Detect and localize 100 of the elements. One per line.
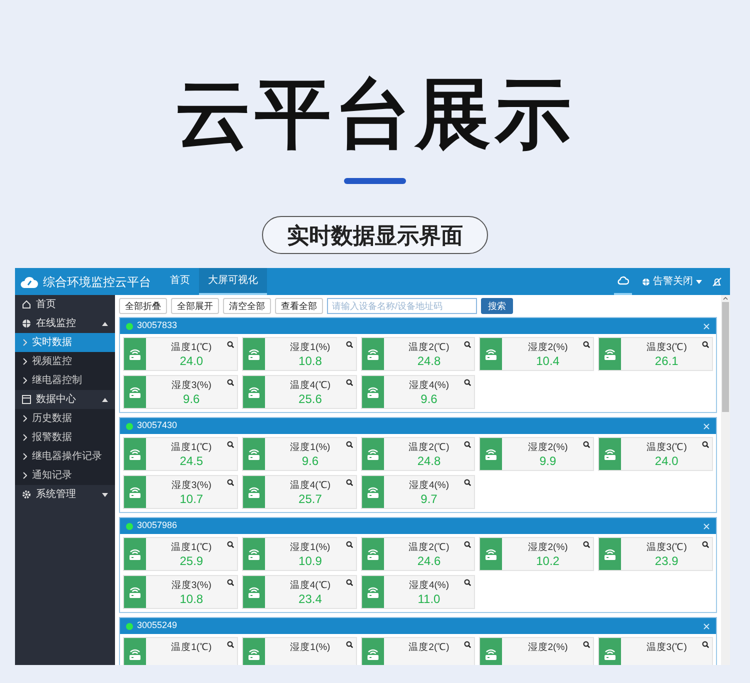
close-icon[interactable] [703,522,710,530]
sensor-card[interactable]: 湿度3(%) 9.6 [123,375,238,409]
search-icon[interactable] [346,479,353,486]
sensor-card[interactable]: 温度3(℃) 26.1 [598,337,713,371]
cloud-icon[interactable] [617,276,629,285]
sensor-card[interactable]: 湿度2(%) [479,637,594,665]
sidebar-subitem[interactable]: 报警数据 [15,428,115,447]
sidebar-item[interactable]: 系统管理 [15,485,115,504]
search-icon[interactable] [226,579,234,586]
search-icon[interactable] [346,641,353,648]
bell-off-icon[interactable] [712,276,722,286]
search-icon[interactable] [226,341,234,348]
search-icon[interactable] [464,541,472,548]
search-icon[interactable] [583,441,590,448]
toolbar-button[interactable]: 全部展开 [171,298,219,314]
sensor-card[interactable]: 温度3(℃) 24.0 [598,437,713,471]
sensor-card[interactable]: 湿度2(%) 10.4 [479,337,594,371]
sensor-card[interactable]: 湿度2(%) 9.9 [479,437,594,471]
sensor-card[interactable]: 湿度1(%) 10.9 [242,537,357,571]
sensor-card[interactable]: 温度1(℃) 24.0 [123,337,238,371]
scroll-up-icon[interactable] [723,297,728,300]
search-icon[interactable] [464,479,472,486]
router-icon [246,347,261,361]
sidebar-item[interactable]: 在线监控 [15,314,115,333]
sensor-value: 10.9 [298,554,322,568]
sensor-card[interactable]: 温度2(℃) 24.6 [360,537,476,571]
sensor-card[interactable]: 湿度2(%) 10.2 [479,537,594,571]
sidebar-subitem[interactable]: 继电器控制 [15,371,115,390]
close-icon[interactable] [703,622,710,630]
sensor-label: 温度4(℃) [290,480,330,492]
search-icon[interactable] [464,579,472,586]
close-icon[interactable] [703,422,710,430]
search-icon[interactable] [702,341,709,348]
search-icon[interactable] [464,379,472,386]
search-icon[interactable] [226,479,234,486]
search-icon[interactable] [702,541,709,548]
search-icon[interactable] [464,341,472,348]
sensor-card[interactable]: 温度3(℃) 23.9 [598,537,713,571]
sensor-card[interactable]: 温度2(℃) 24.8 [360,437,476,471]
sidebar-subitem[interactable]: 通知记录 [15,466,115,485]
sensor-label: 温度2(℃) [408,642,450,654]
sensor-card[interactable]: 温度4(℃) 25.7 [242,475,357,509]
sensor-value: 23.9 [654,554,678,568]
search-icon[interactable] [583,641,590,648]
scrollbar-thumb[interactable] [722,302,729,412]
sensor-card[interactable]: 温度1(℃) [123,637,238,665]
search-icon[interactable] [346,379,353,386]
close-icon[interactable] [703,322,710,330]
search-icon[interactable] [226,641,234,648]
toolbar-button[interactable]: 查看全部 [275,298,323,314]
sensor-card[interactable]: 温度2(℃) [360,637,476,665]
sensor-card[interactable]: 温度3(℃) [598,637,713,665]
sensor-card[interactable]: 湿度4(%) 9.7 [360,475,476,509]
search-icon[interactable] [464,441,472,448]
toolbar-button[interactable]: 清空全部 [223,298,271,314]
sidebar-subitem[interactable]: 实时数据 [15,333,115,352]
search-field[interactable]: 请输入设备名称/设备地址码 [327,298,477,314]
sensor-card[interactable]: 湿度1(%) 10.8 [242,337,357,371]
sensor-card[interactable]: 湿度4(%) 9.6 [360,375,476,409]
search-icon[interactable] [346,441,353,448]
search-button[interactable]: 搜索 [481,298,513,314]
sidebar-item[interactable]: 数据中心 [15,390,115,409]
search-icon[interactable] [346,541,353,548]
scrollbar[interactable] [721,295,730,665]
sensor-label: 湿度4(%) [408,380,450,392]
search-icon[interactable] [583,541,590,548]
toolbar-button[interactable]: 全部折叠 [119,298,167,314]
sensor-card[interactable]: 湿度3(%) 10.8 [123,575,238,609]
sensor-card[interactable]: 温度1(℃) 24.5 [123,437,238,471]
sensor-card[interactable]: 湿度1(%) [242,637,357,665]
search-icon[interactable] [583,341,590,348]
sidebar-subitem[interactable]: 历史数据 [15,409,115,428]
alarm-toggle[interactable]: 告警关闭 [642,274,702,289]
sensor-card[interactable]: 湿度1(%) 9.6 [242,437,357,471]
sidebar-item[interactable]: 首页 [15,295,115,314]
sensor-card[interactable]: 温度4(℃) 25.6 [242,375,357,409]
nav-tab[interactable]: 大屏可视化 [199,268,267,295]
nav-tab[interactable]: 首页 [161,268,199,295]
sensor-value: 10.2 [536,554,560,568]
sensor-card[interactable]: 温度4(℃) 23.4 [242,575,357,609]
router-icon [246,585,261,599]
search-icon[interactable] [702,441,709,448]
sidebar-subitem[interactable]: 继电器操作记录 [15,447,115,466]
search-icon[interactable] [226,541,234,548]
search-icon[interactable] [226,441,234,448]
router-icon [128,547,142,561]
page-title: 云平台展示 [175,71,575,159]
sensor-card[interactable]: 温度2(℃) 24.8 [360,337,476,371]
sensor-value: 24.0 [654,454,678,468]
search-icon[interactable] [702,641,709,648]
search-icon[interactable] [226,379,234,386]
sidebar-subitem[interactable]: 视频监控 [15,352,115,371]
search-icon[interactable] [346,579,353,586]
search-icon[interactable] [464,641,472,648]
sensor-label: 湿度4(%) [408,580,450,592]
sensor-card[interactable]: 湿度4(%) 11.0 [360,575,476,609]
sensor-card[interactable]: 温度1(℃) 25.9 [123,537,238,571]
search-icon[interactable] [346,341,353,348]
sensor-label: 湿度3(%) [171,380,212,392]
sensor-card[interactable]: 湿度3(%) 10.7 [123,475,238,509]
